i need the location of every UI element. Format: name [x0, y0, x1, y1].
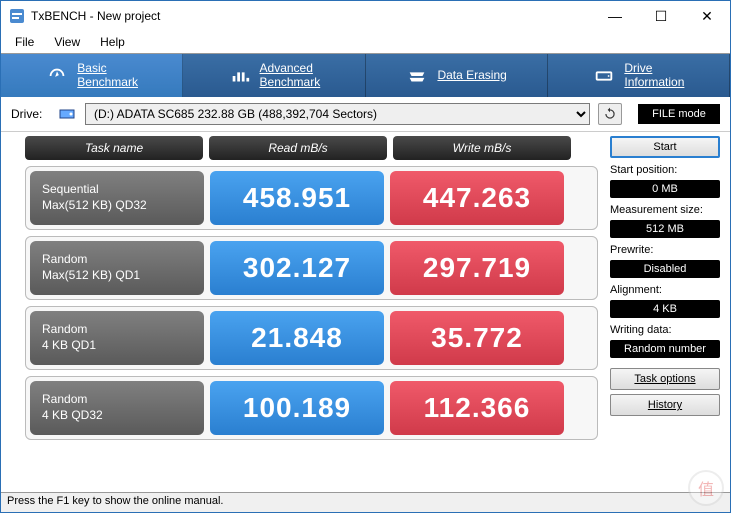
- drive-select[interactable]: (D:) ADATA SC685 232.88 GB (488,392,704 …: [85, 103, 590, 125]
- tab-drive-information[interactable]: Drive Information: [548, 54, 730, 97]
- tab-label: Drive Information: [624, 62, 684, 90]
- window-controls: — ☐ ✕: [592, 1, 730, 31]
- read-cell[interactable]: 100.189: [210, 381, 384, 435]
- alignment-label: Alignment:: [610, 284, 720, 296]
- tabstrip: Basic Benchmark Advanced Benchmark Data …: [1, 53, 730, 97]
- benchmark-table: Task name Read mB/s Write mB/s Sequentia…: [25, 136, 598, 446]
- read-cell[interactable]: 21.848: [210, 311, 384, 365]
- maximize-button[interactable]: ☐: [638, 1, 684, 31]
- erase-icon: [405, 64, 429, 88]
- start-position-value[interactable]: 0 MB: [610, 180, 720, 198]
- gauge-icon: [45, 64, 69, 88]
- task-cell[interactable]: SequentialMax(512 KB) QD32: [30, 171, 204, 225]
- minimize-button[interactable]: —: [592, 1, 638, 31]
- header-read: Read mB/s: [209, 136, 387, 160]
- measurement-size-value[interactable]: 512 MB: [610, 220, 720, 238]
- header-row: Task name Read mB/s Write mB/s: [25, 136, 598, 160]
- close-button[interactable]: ✕: [684, 1, 730, 31]
- menu-view[interactable]: View: [46, 33, 88, 51]
- header-task: Task name: [25, 136, 203, 160]
- start-button[interactable]: Start: [610, 136, 720, 158]
- tab-basic-benchmark[interactable]: Basic Benchmark: [1, 54, 183, 97]
- measurement-size-label: Measurement size:: [610, 204, 720, 216]
- app-icon: [9, 8, 25, 24]
- prewrite-value[interactable]: Disabled: [610, 260, 720, 278]
- sidebar: Start Start position: 0 MB Measurement s…: [610, 136, 720, 446]
- read-cell[interactable]: 302.127: [210, 241, 384, 295]
- task-cell[interactable]: Random4 KB QD32: [30, 381, 204, 435]
- menu-file[interactable]: File: [7, 33, 42, 51]
- menubar: File View Help: [1, 31, 730, 53]
- history-button[interactable]: History: [610, 394, 720, 416]
- disk-icon: [59, 106, 77, 122]
- task-cell[interactable]: RandomMax(512 KB) QD1: [30, 241, 204, 295]
- main-area: Task name Read mB/s Write mB/s Sequentia…: [1, 132, 730, 446]
- table-row: Random4 KB QD32 100.189 112.366: [25, 376, 598, 440]
- tab-label: Advanced Benchmark: [260, 62, 321, 90]
- write-cell[interactable]: 35.772: [390, 311, 564, 365]
- tab-label: Basic Benchmark: [77, 62, 138, 90]
- writing-data-value[interactable]: Random number: [610, 340, 720, 358]
- window-title: TxBENCH - New project: [31, 9, 592, 23]
- tab-data-erasing[interactable]: Data Erasing: [366, 54, 548, 97]
- tab-advanced-benchmark[interactable]: Advanced Benchmark: [183, 54, 365, 97]
- header-write: Write mB/s: [393, 136, 571, 160]
- task-options-button[interactable]: Task options: [610, 368, 720, 390]
- tab-label: Data Erasing: [437, 69, 506, 83]
- menu-help[interactable]: Help: [92, 33, 133, 51]
- chart-icon: [228, 64, 252, 88]
- table-row: SequentialMax(512 KB) QD32 458.951 447.2…: [25, 166, 598, 230]
- task-cell[interactable]: Random4 KB QD1: [30, 311, 204, 365]
- refresh-button[interactable]: [598, 103, 622, 125]
- drive-icon: [592, 64, 616, 88]
- statusbar: Press the F1 key to show the online manu…: [1, 492, 730, 512]
- file-mode-button[interactable]: FILE mode: [638, 104, 720, 124]
- drive-label: Drive:: [11, 107, 51, 121]
- write-cell[interactable]: 112.366: [390, 381, 564, 435]
- alignment-value[interactable]: 4 KB: [610, 300, 720, 318]
- titlebar: TxBENCH - New project — ☐ ✕: [1, 1, 730, 31]
- refresh-icon: [603, 107, 617, 121]
- write-cell[interactable]: 447.263: [390, 171, 564, 225]
- writing-data-label: Writing data:: [610, 324, 720, 336]
- drive-bar: Drive: (D:) ADATA SC685 232.88 GB (488,3…: [1, 97, 730, 132]
- prewrite-label: Prewrite:: [610, 244, 720, 256]
- write-cell[interactable]: 297.719: [390, 241, 564, 295]
- start-position-label: Start position:: [610, 164, 720, 176]
- table-row: RandomMax(512 KB) QD1 302.127 297.719: [25, 236, 598, 300]
- table-row: Random4 KB QD1 21.848 35.772: [25, 306, 598, 370]
- read-cell[interactable]: 458.951: [210, 171, 384, 225]
